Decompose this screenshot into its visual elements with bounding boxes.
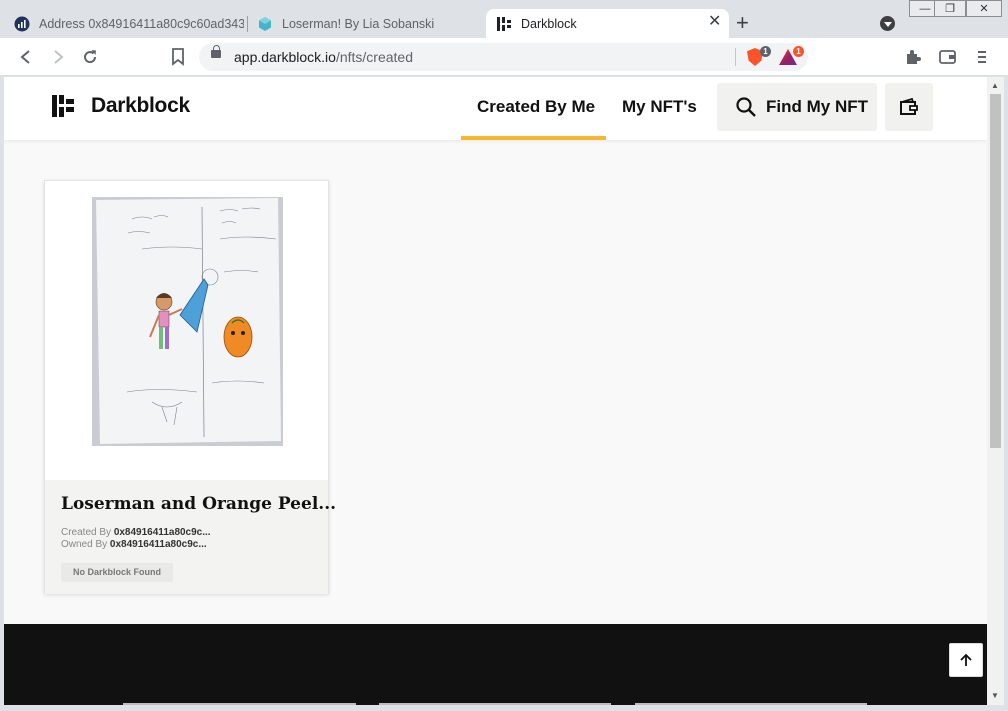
etherscan-icon: [14, 16, 30, 31]
restore-button[interactable]: ❐: [934, 0, 966, 17]
reload-icon[interactable]: [81, 48, 99, 66]
site-header: Darkblock Created By Me My NFT's Find My…: [4, 77, 987, 140]
omnibox-divider: [735, 48, 736, 66]
url-host: app.darkblock.io: [234, 49, 336, 65]
scroll-to-top-button[interactable]: [949, 643, 983, 677]
nav-my-nfts[interactable]: My NFT's: [622, 97, 697, 117]
opensea-cube-icon: [259, 16, 271, 31]
find-my-nft-button[interactable]: Find My NFT: [717, 83, 877, 131]
logo-text[interactable]: Darkblock: [91, 94, 190, 118]
close-window-button[interactable]: ✕: [966, 0, 1002, 17]
status-badge: No Darkblock Found: [61, 563, 174, 582]
bookmark-icon[interactable]: [171, 48, 185, 66]
address-bar[interactable]: app.darkblock.io/nfts/created 1 1: [199, 43, 808, 71]
back-arrow-icon[interactable]: [18, 49, 34, 65]
darkblock-logo-icon[interactable]: [51, 94, 75, 118]
wallet-icon[interactable]: [939, 49, 957, 65]
tab-title: Address 0x84916411a80c9c60ad3433: [39, 16, 244, 31]
tab-search-icon[interactable]: [880, 16, 895, 31]
window-frame: [0, 705, 1008, 711]
scroll-thumb[interactable]: [990, 94, 1001, 448]
tab-etherscan[interactable]: Address 0x84916411a80c9c60ad3433: [14, 9, 244, 38]
nft-title[interactable]: Loserman and Orange Peel...: [61, 494, 336, 514]
menu-icon[interactable]: [976, 49, 988, 65]
url-text[interactable]: app.darkblock.io/nfts/created: [234, 49, 413, 65]
tab-strip: Address 0x84916411a80c9c60ad3433 Loserma…: [0, 0, 1008, 38]
nav-created-by-me[interactable]: Created By Me: [477, 97, 595, 117]
window-frame: [0, 76, 4, 711]
darkblock-logo-icon: [497, 16, 511, 31]
tab-loserman[interactable]: Loserman! By Lia Sobanski: [257, 9, 472, 38]
created-by-label: Created By: [61, 527, 112, 538]
owned-by-address[interactable]: 0x84916411a80c9c...: [110, 539, 207, 550]
tab-separator: [247, 16, 248, 32]
arrow-up-icon: [960, 653, 972, 666]
tab-darkblock[interactable]: Darkblock: [486, 9, 729, 38]
tab-title: Loserman! By Lia Sobanski: [282, 16, 435, 31]
nft-card-info: Loserman and Orange Peel... Created By 0…: [45, 480, 336, 594]
lock-icon: [211, 45, 221, 58]
active-nav-indicator: [461, 136, 606, 140]
find-my-nft-label: Find My NFT: [766, 97, 868, 116]
site-footer: [4, 624, 987, 705]
new-tab-button[interactable]: +: [736, 12, 749, 34]
wallet-button[interactable]: [885, 83, 933, 131]
nft-image[interactable]: [92, 197, 283, 446]
search-icon: [736, 97, 756, 117]
scroll-up-arrow-icon[interactable]: ▲: [991, 81, 999, 90]
page-scrollbar[interactable]: ▲ ▼: [987, 77, 1004, 705]
owned-by-line: Owned By 0x84916411a80c9c...: [61, 539, 207, 550]
shield-count-badge: 1: [760, 46, 771, 57]
forward-arrow-icon[interactable]: [50, 49, 66, 65]
created-by-line: Created By 0x84916411a80c9c...: [61, 527, 211, 538]
window-frame: [1004, 76, 1008, 711]
close-tab-icon[interactable]: ✕: [708, 14, 721, 30]
tab-title: Darkblock: [521, 16, 577, 31]
url-path: /nfts/created: [335, 49, 413, 65]
created-by-address[interactable]: 0x84916411a80c9c...: [114, 527, 211, 538]
owned-by-label: Owned By: [61, 539, 108, 550]
extensions-puzzle-icon[interactable]: [905, 49, 921, 65]
nft-drawing-artwork: [92, 197, 283, 446]
page-viewport: Darkblock Created By Me My NFT's Find My…: [4, 77, 987, 705]
nft-card[interactable]: Loserman and Orange Peel... Created By 0…: [44, 180, 336, 594]
wallet-icon: [900, 98, 918, 115]
rewards-count-badge: 1: [793, 46, 804, 57]
browser-toolbar: app.darkblock.io/nfts/created 1 1: [0, 38, 1008, 76]
scroll-down-arrow-icon[interactable]: ▼: [991, 691, 999, 700]
